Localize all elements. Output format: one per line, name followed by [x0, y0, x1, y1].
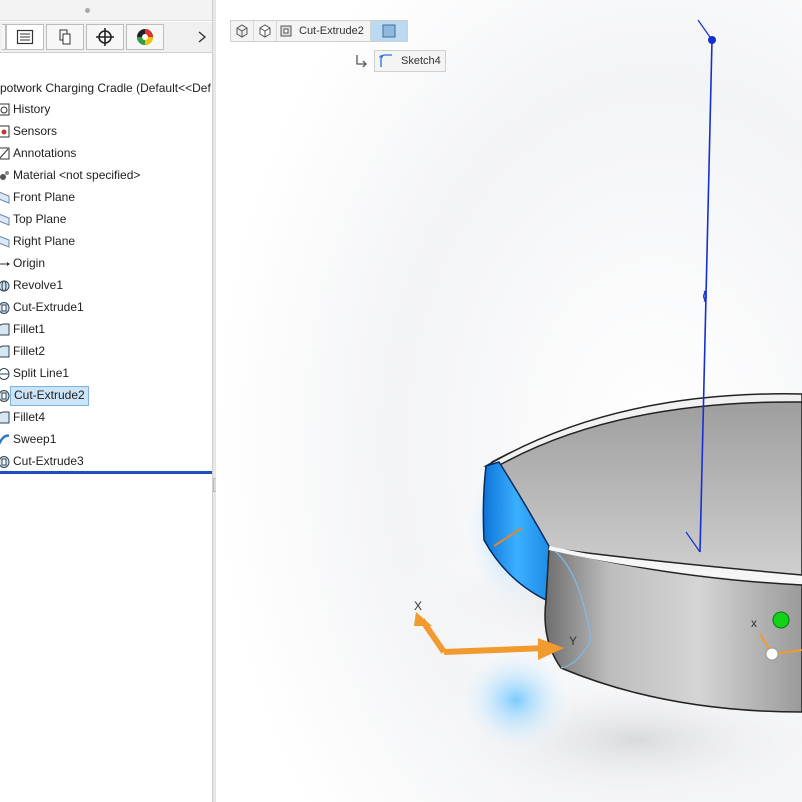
- panel-top-bar[interactable]: [0, 0, 212, 21]
- breadcrumb-feature-label[interactable]: Cut-Extrude2: [295, 21, 371, 41]
- plane-icon: [0, 190, 10, 204]
- tree-item-label: Revolve1: [13, 278, 64, 292]
- triad-y-axis[interactable]: [443, 645, 547, 655]
- fillet-icon: [0, 410, 10, 424]
- tree-item-label: Fillet2: [13, 344, 46, 358]
- tree-item-label: Right Plane: [13, 234, 76, 248]
- tree-root-label: potwork Charging Cradle (Default<<Def: [0, 81, 211, 95]
- appearance-icon: [137, 29, 153, 45]
- sweep-icon: [0, 432, 10, 446]
- sketch-constraint-icon: ≬: [702, 289, 708, 303]
- tree-item-label: History: [13, 102, 51, 116]
- tree-item-right-plane[interactable]: Right Plane: [0, 231, 212, 251]
- breadcrumb-sketch-label: Sketch4: [401, 55, 441, 67]
- history-icon: [0, 102, 10, 116]
- tree-item-annotations[interactable]: Annotations: [0, 143, 212, 163]
- tree-item-label: Front Plane: [13, 190, 76, 204]
- tree-item-label: Split Line1: [13, 366, 70, 380]
- plane-icon: [0, 212, 10, 226]
- cut-extrude-icon: [0, 454, 10, 468]
- configuration-manager-tab[interactable]: [46, 24, 84, 50]
- breadcrumb: Cut-Extrude2: [230, 20, 408, 42]
- origin-x-label: x: [751, 616, 757, 630]
- tree-item-label: Material <not specified>: [13, 168, 141, 182]
- tree-item-label: Fillet1: [13, 322, 46, 336]
- sketch-relation-arrow-icon: [356, 55, 367, 68]
- sketch-endpoint[interactable]: [708, 36, 716, 44]
- rollback-bar[interactable]: [0, 471, 212, 474]
- part-breadcrumb-icon[interactable]: [231, 21, 254, 41]
- tree-item-label: Origin: [13, 256, 46, 270]
- display-manager-tab[interactable]: [126, 24, 164, 50]
- triad-y-label: Y: [569, 634, 577, 648]
- tree-item-label: Cut-Extrude2: [10, 386, 89, 406]
- fillet-icon: [0, 344, 10, 358]
- tree-item-label: Sweep1: [13, 432, 57, 446]
- tree-item-history[interactable]: History: [0, 99, 212, 119]
- sketch-icon: [379, 54, 392, 67]
- panel-tab-bar: [0, 22, 212, 53]
- fillet-icon: [0, 322, 10, 336]
- tree-item-sensors[interactable]: Sensors: [0, 121, 212, 141]
- tree-item-fillet1[interactable]: Fillet1: [0, 319, 212, 339]
- tree-item-cut-extrude3[interactable]: Cut-Extrude3: [0, 451, 212, 471]
- cut-extrude-breadcrumb-icon[interactable]: [277, 21, 295, 41]
- tree-item-label: Fillet4: [13, 410, 46, 424]
- feature-manager-panel: potwork Charging Cradle (Default<<Def Hi…: [0, 0, 213, 802]
- sensors-icon: [0, 124, 10, 138]
- tree-item-split-line1[interactable]: Split Line1: [0, 363, 212, 383]
- cut-extrude-icon: [0, 388, 10, 402]
- origin-green-dot[interactable]: [772, 611, 790, 629]
- configuration-icon: [59, 29, 71, 45]
- triad-x-label: X: [414, 599, 422, 613]
- crosshair-icon: [96, 28, 114, 46]
- material-icon: [0, 168, 10, 182]
- tree-item-label: Cut-Extrude1: [13, 300, 84, 314]
- tab-scroll-right-icon[interactable]: [194, 28, 210, 46]
- tree-item-top-plane[interactable]: Top Plane: [0, 209, 212, 229]
- property-manager-icon: [16, 29, 34, 45]
- tree-item-label: Annotations: [13, 146, 77, 160]
- tree-item-cut-extrude2[interactable]: Cut-Extrude2: [0, 385, 212, 406]
- tree-item-cut-extrude1[interactable]: Cut-Extrude1: [0, 297, 212, 317]
- origin-icon: [0, 256, 10, 270]
- tree-item-label: Cut-Extrude3: [13, 454, 84, 468]
- tree-item-label: Sensors: [13, 124, 58, 138]
- plane-icon: [0, 234, 10, 248]
- annotations-icon: [0, 146, 10, 160]
- tree-item-label: Top Plane: [13, 212, 67, 226]
- tree-item-front-plane[interactable]: Front Plane: [0, 187, 212, 207]
- property-manager-tab[interactable]: [6, 24, 44, 50]
- split-line-icon: [0, 366, 10, 380]
- panel-grip-icon[interactable]: [85, 8, 90, 13]
- breadcrumb-sketch-chip[interactable]: Sketch4: [374, 50, 446, 72]
- tree-item-material-not-specified[interactable]: Material <not specified>: [0, 165, 212, 185]
- origin-white-dot[interactable]: [765, 647, 779, 661]
- cut-extrude-icon: [0, 300, 10, 314]
- face-breadcrumb-icon[interactable]: [370, 21, 407, 41]
- tree-item-origin[interactable]: Origin: [0, 253, 212, 273]
- graphics-viewport[interactable]: ≬ X Y x Cut-Extrude2 Sketch4: [216, 0, 802, 802]
- model-scene: ≬ X Y x: [216, 0, 802, 802]
- tree-item-fillet2[interactable]: Fillet2: [0, 341, 212, 361]
- tree-item-fillet4[interactable]: Fillet4: [0, 407, 212, 427]
- body-breadcrumb-icon[interactable]: [254, 21, 277, 41]
- dimxpert-tab[interactable]: [86, 24, 124, 50]
- tree-item-revolve1[interactable]: Revolve1: [0, 275, 212, 295]
- breadcrumb-sketch-row: Sketch4: [354, 50, 446, 72]
- tree-item-sweep1[interactable]: Sweep1: [0, 429, 212, 449]
- tree-root-part[interactable]: potwork Charging Cradle (Default<<Def: [0, 78, 212, 98]
- revolve-icon: [0, 278, 10, 292]
